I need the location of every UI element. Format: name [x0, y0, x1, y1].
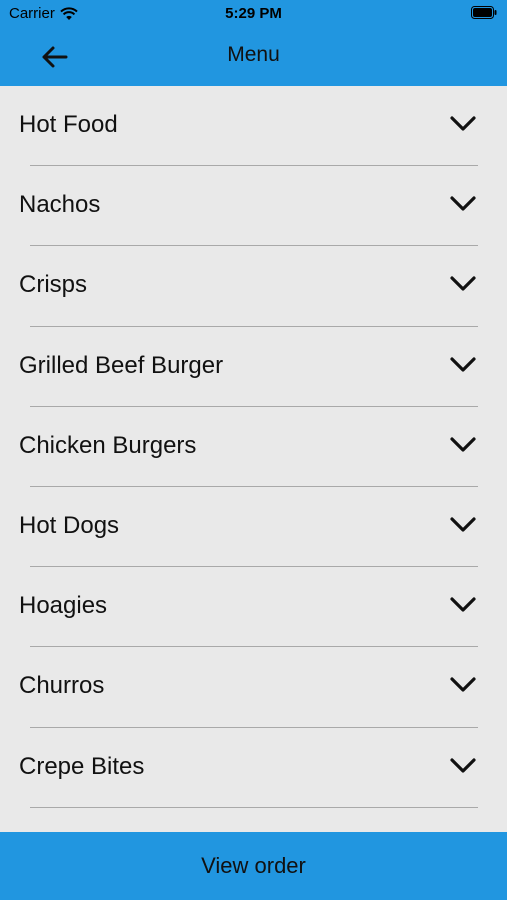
- view-order-label: View order: [201, 853, 306, 878]
- chevron-down-icon: [450, 597, 476, 612]
- menu-category-row[interactable]: Hot Dogs: [0, 487, 507, 568]
- chevron-down-icon: [450, 757, 476, 773]
- chevron-down-icon: [450, 196, 476, 211]
- category-label: Hot Food: [19, 111, 118, 138]
- chevron-down-icon: [450, 116, 476, 131]
- page-title: Menu: [227, 43, 280, 66]
- chevron-down-icon: [450, 437, 476, 452]
- row-divider: [30, 806, 478, 808]
- status-time: 5:29 PM: [225, 5, 282, 22]
- nav-bar: Menu: [0, 28, 507, 86]
- top-bar: Carrier 5:29 PM Menu: [0, 0, 507, 86]
- view-order-button[interactable]: View order: [0, 832, 507, 900]
- menu-screen: Carrier 5:29 PM Menu Hot Food Nachos Cri…: [0, 0, 507, 900]
- chevron-down-icon: [450, 677, 476, 692]
- category-label: Hoagies: [19, 592, 108, 620]
- battery-icon: [471, 6, 497, 19]
- chevron-down-icon: [450, 356, 476, 372]
- menu-category-row[interactable]: Churros: [0, 647, 507, 728]
- menu-category-row[interactable]: Hoagies: [0, 567, 507, 648]
- category-label: Chicken Burgers: [19, 431, 197, 459]
- menu-category-row[interactable]: Nachos: [0, 166, 507, 247]
- chevron-down-icon: [450, 517, 476, 532]
- category-label: Hot Dogs: [19, 511, 120, 539]
- menu-category-row[interactable]: Crepe Bites: [0, 728, 507, 808]
- menu-category-row[interactable]: Hot Food: [0, 86, 507, 167]
- category-label: Nachos: [19, 191, 101, 219]
- category-label: Crepe Bites: [19, 752, 145, 780]
- menu-category-row[interactable]: Chicken Burgers: [0, 407, 507, 487]
- category-label: Crisps: [19, 271, 88, 299]
- menu-category-row[interactable]: Crisps: [0, 246, 507, 327]
- chevron-down-icon: [450, 276, 476, 291]
- menu-category-row[interactable]: Grilled Beef Burger: [0, 327, 507, 407]
- menu-category-list: Hot Food Nachos Crisps Grilled Beef Burg…: [0, 86, 507, 832]
- status-bar: Carrier 5:29 PM: [0, 0, 507, 28]
- category-label: Churros: [19, 672, 105, 700]
- category-label: Grilled Beef Burger: [19, 351, 224, 379]
